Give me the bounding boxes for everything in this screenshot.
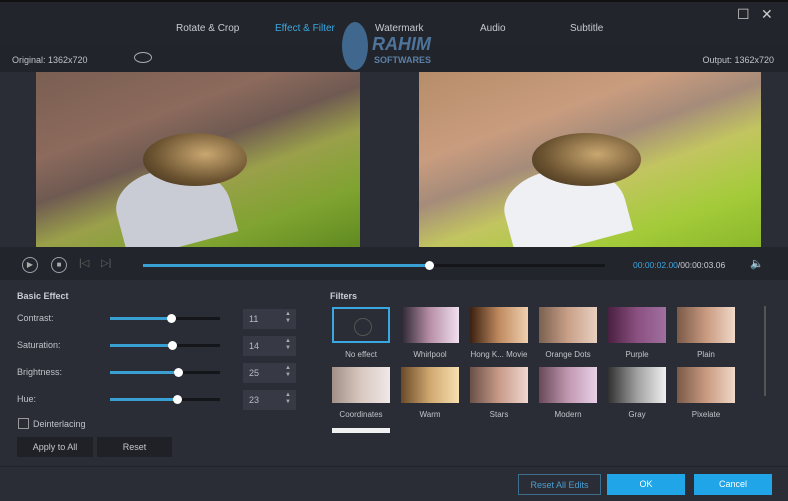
deinterlacing-label: Deinterlacing (33, 419, 86, 429)
watermark-subtext: SOFTWARES (374, 55, 432, 65)
slider-handle[interactable] (166, 314, 176, 323)
spin-arrows-icon[interactable]: ▲ ▼ (285, 338, 291, 352)
filter-thumbnail[interactable] (539, 367, 597, 403)
filter-thumbnail[interactable] (332, 307, 390, 343)
watermark-logo: RAHIM SOFTWARES (342, 22, 462, 72)
filter-name[interactable]: Stars (464, 410, 534, 419)
volume-icon[interactable]: 🔈 (750, 257, 764, 270)
slider-track[interactable] (110, 395, 220, 404)
filter-thumbnail[interactable] (608, 367, 666, 403)
progress-fill (143, 264, 430, 267)
spin-arrows-icon[interactable]: ▲ ▼ (285, 311, 291, 325)
slider-fill (110, 344, 172, 347)
slider-fill (110, 317, 171, 320)
filter-thumbnail[interactable] (677, 307, 735, 343)
filter-name[interactable]: Coordinates (326, 410, 396, 419)
reset-all-edits-button[interactable]: Reset All Edits (518, 474, 601, 495)
spin-value: 25 (249, 368, 260, 378)
filter-thumbnail[interactable] (608, 307, 666, 343)
tab-rotate-crop[interactable]: Rotate & Crop (176, 23, 239, 34)
no-effect-icon (354, 318, 372, 336)
close-icon[interactable]: ✕ (761, 6, 773, 23)
filter-thumbnail[interactable] (470, 367, 528, 403)
filter-thumbnail[interactable] (332, 367, 390, 403)
next-frame-icon[interactable]: ▷| (101, 258, 111, 269)
tab-audio[interactable]: Audio (480, 23, 506, 34)
filter-thumbnail[interactable] (539, 307, 597, 343)
total-time: /00:00:03.06 (677, 260, 726, 270)
value-spinbox[interactable]: 23 ▲ ▼ (243, 390, 296, 410)
spin-value: 11 (249, 314, 259, 324)
filter-name[interactable]: Pixelate (671, 410, 741, 419)
spin-value: 14 (249, 341, 260, 351)
slider-handle[interactable] (167, 341, 177, 350)
value-spinbox[interactable]: 14 ▲ ▼ (243, 336, 296, 356)
slider-label: Contrast: (17, 313, 54, 323)
slider-fill (110, 398, 178, 401)
filters-scrollbar[interactable] (764, 306, 766, 396)
filter-name[interactable]: Warm (395, 410, 465, 419)
slider-label: Saturation: (17, 340, 61, 350)
filters-title: Filters (330, 291, 358, 301)
slider-track[interactable] (110, 341, 220, 350)
deinterlacing-checkbox[interactable] (18, 418, 29, 429)
output-resolution: Output: 1362x720 (702, 55, 774, 65)
slider-label: Hue: (17, 394, 37, 404)
filter-name[interactable]: Orange Dots (533, 350, 603, 359)
filter-name[interactable]: Plain (671, 350, 741, 359)
filter-thumbnail[interactable] (401, 307, 459, 343)
filter-name[interactable]: Modern (533, 410, 603, 419)
output-preview (419, 72, 761, 247)
original-resolution: Original: 1362x720 (12, 55, 88, 65)
tab-subtitle[interactable]: Subtitle (570, 23, 603, 34)
value-spinbox[interactable]: 25 ▲ ▼ (243, 363, 296, 383)
watermark-drop-icon (342, 22, 368, 70)
value-spinbox[interactable]: 11 ▲ ▼ (243, 309, 296, 329)
slider-handle[interactable] (173, 395, 183, 404)
slider-track[interactable] (110, 368, 220, 377)
filter-name[interactable]: Whirlpool (395, 350, 465, 359)
spin-arrows-icon[interactable]: ▲ ▼ (285, 392, 291, 406)
filter-name[interactable]: Hong K... Movie (464, 350, 534, 359)
slider-track[interactable] (110, 314, 220, 323)
original-preview (36, 72, 360, 247)
spin-arrows-icon[interactable]: ▲ ▼ (285, 365, 291, 379)
progress-bar[interactable] (143, 261, 605, 270)
apply-to-all-button[interactable]: Apply to All (17, 437, 93, 457)
filter-name[interactable]: Gray (602, 410, 672, 419)
filter-thumbnail[interactable] (401, 367, 459, 403)
time-display: 00:00:02.00/00:00:03.06 (633, 260, 725, 270)
spin-value: 23 (249, 395, 260, 405)
watermark-text: RAHIM (372, 34, 431, 54)
play-icon[interactable]: ▶ (22, 257, 38, 273)
tab-effect-filter[interactable]: Effect & Filter (275, 23, 335, 34)
eye-icon[interactable] (134, 52, 152, 63)
stop-icon[interactable]: ■ (51, 257, 67, 273)
filter-name[interactable]: No effect (326, 350, 396, 359)
filter-thumbnail-partial[interactable] (332, 428, 390, 433)
filter-thumbnail[interactable] (677, 367, 735, 403)
ok-button[interactable]: OK (607, 474, 685, 495)
cancel-button[interactable]: Cancel (694, 474, 772, 495)
maximize-icon[interactable]: ☐ (737, 6, 750, 23)
filter-name[interactable]: Purple (602, 350, 672, 359)
prev-frame-icon[interactable]: |◁ (79, 258, 89, 269)
basic-effect-title: Basic Effect (17, 291, 69, 301)
slider-handle[interactable] (174, 368, 184, 377)
slider-label: Brightness: (17, 367, 63, 377)
filter-thumbnail[interactable] (470, 307, 528, 343)
current-time: 00:00:02.00 (633, 260, 678, 270)
slider-fill (110, 371, 179, 374)
reset-button[interactable]: Reset (97, 437, 172, 457)
